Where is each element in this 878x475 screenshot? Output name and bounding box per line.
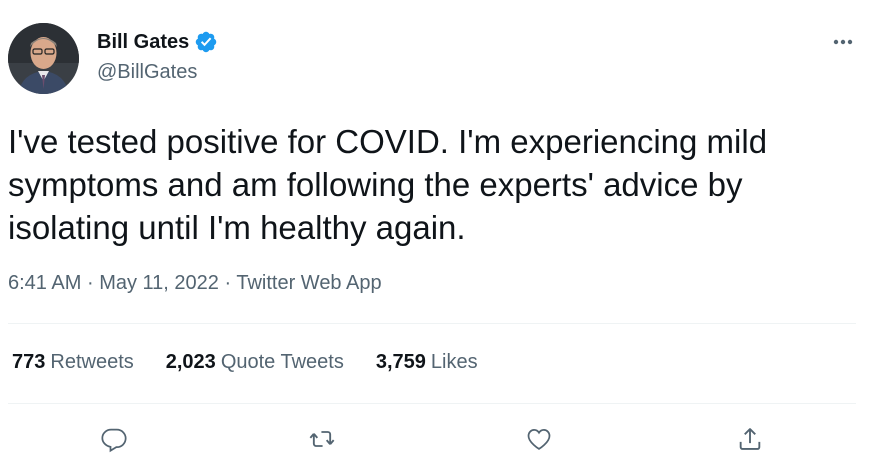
reply-button[interactable] bbox=[97, 422, 131, 456]
tweet-time: 6:41 AM bbox=[8, 272, 82, 294]
retweet-icon bbox=[309, 431, 335, 447]
likes-count: 3,759 bbox=[375, 351, 426, 373]
retweet-button[interactable] bbox=[305, 422, 339, 456]
quote-tweets-stat[interactable]: 2,023 Quote Tweets bbox=[166, 351, 344, 374]
action-bar bbox=[0, 422, 878, 456]
likes-label: Likes bbox=[430, 351, 478, 373]
meta-separator: · bbox=[224, 272, 232, 294]
tweet-card: Bill Gates @BillGates I've tested positi… bbox=[0, 0, 878, 475]
quote-tweets-label: Quote Tweets bbox=[220, 351, 344, 373]
retweets-stat[interactable]: 773 Retweets bbox=[12, 351, 134, 374]
tweet-stats: 773 Retweets 2,023 Quote Tweets 3,759 Likes bbox=[12, 351, 510, 374]
share-button[interactable] bbox=[733, 422, 767, 456]
verified-badge-icon bbox=[194, 30, 218, 54]
likes-stat[interactable]: 3,759 Likes bbox=[376, 351, 478, 374]
more-options-icon[interactable] bbox=[828, 30, 858, 54]
meta-separator: · bbox=[86, 272, 94, 294]
tweet-metadata: 6:41 AM · May 11, 2022 · Twitter Web App bbox=[8, 272, 382, 295]
retweets-count: 773 bbox=[12, 351, 46, 373]
divider bbox=[8, 403, 856, 404]
avatar-image bbox=[8, 23, 79, 94]
quote-tweets-count: 2,023 bbox=[165, 351, 216, 373]
retweets-label: Retweets bbox=[50, 351, 134, 373]
like-button[interactable] bbox=[522, 422, 556, 456]
tweet-source-link[interactable]: Twitter Web App bbox=[236, 272, 381, 294]
reply-icon bbox=[101, 428, 127, 453]
author-info: Bill Gates @BillGates bbox=[97, 29, 218, 84]
author-name-row: Bill Gates bbox=[97, 29, 218, 55]
author-handle[interactable]: @BillGates bbox=[97, 61, 218, 84]
tweet-timestamp-link[interactable]: 6:41 AM · May 11, 2022 bbox=[8, 272, 219, 294]
tweet-date: May 11, 2022 bbox=[99, 272, 219, 294]
like-icon bbox=[527, 429, 551, 450]
divider bbox=[8, 323, 856, 324]
tweet-text: I've tested positive for COVID. I'm expe… bbox=[8, 123, 768, 246]
share-icon bbox=[739, 428, 761, 450]
author-display-name[interactable]: Bill Gates bbox=[97, 31, 189, 54]
avatar[interactable] bbox=[8, 23, 79, 94]
